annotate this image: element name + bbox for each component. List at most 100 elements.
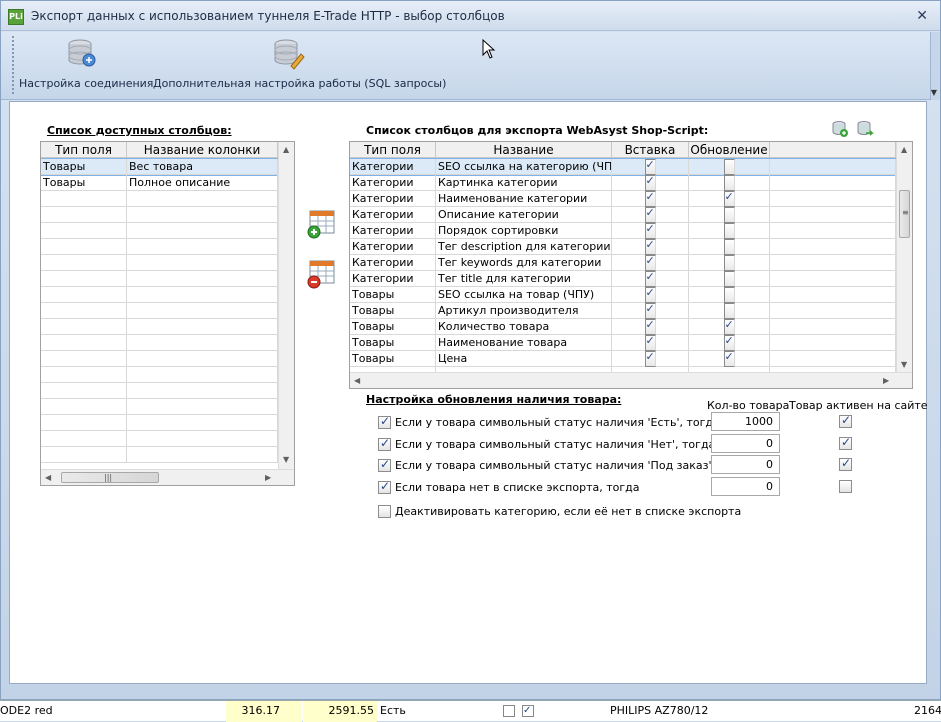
table-row[interactable] (41, 319, 278, 335)
update-checkbox[interactable] (723, 239, 735, 255)
cell-insert[interactable] (612, 207, 689, 223)
cell-update[interactable] (689, 303, 770, 319)
cell-update[interactable] (689, 287, 770, 303)
stock-rule-option[interactable]: Если у товара символьный статус наличия … (378, 436, 715, 452)
deactivate-category-checkbox[interactable] (378, 504, 391, 518)
cell-update[interactable] (689, 351, 770, 367)
cell-insert[interactable] (612, 239, 689, 255)
table-row[interactable]: Категории SEO ссылка на категорию (ЧПУ) (350, 158, 897, 176)
table-row[interactable]: Товары Артикул производителя (350, 303, 896, 319)
cell-insert[interactable] (612, 335, 689, 351)
title-bar[interactable]: PLi Экспорт данных с использованием тунн… (1, 1, 940, 31)
cell-insert[interactable] (612, 255, 689, 271)
export-columns-grid[interactable]: Тип поля Название Вставка Обновление Кат… (349, 141, 913, 389)
cell-update[interactable] (689, 191, 770, 207)
table-row[interactable] (41, 303, 278, 319)
cell-update[interactable] (689, 335, 770, 351)
insert-checkbox[interactable] (644, 287, 656, 303)
cell-update[interactable] (689, 255, 770, 271)
table-row[interactable]: Категории Описание категории (350, 207, 896, 223)
table-row[interactable]: Товары Цена (350, 351, 896, 367)
scroll-up-icon[interactable]: ▲ (901, 145, 907, 154)
table-row[interactable]: Товары SEO ссылка на товар (ЧПУ) (350, 287, 896, 303)
database-export-icon[interactable] (856, 120, 874, 138)
table-row[interactable] (41, 223, 278, 239)
table-row[interactable] (41, 431, 278, 447)
product-active-checkbox[interactable] (839, 435, 852, 450)
insert-checkbox[interactable] (644, 319, 656, 335)
table-row[interactable] (41, 351, 278, 367)
toolbar-overflow[interactable]: ▼ (930, 32, 940, 100)
export-hscroll[interactable]: ◀ ▶ (350, 372, 912, 388)
insert-checkbox[interactable] (644, 351, 656, 367)
stock-rule-option[interactable]: Если у товара символьный статус наличия … (378, 414, 720, 430)
cell-update[interactable] (689, 271, 770, 287)
update-checkbox[interactable] (723, 287, 735, 303)
update-checkbox[interactable] (723, 319, 735, 335)
product-active-checkbox[interactable] (839, 413, 852, 428)
cell-insert[interactable] (612, 175, 689, 191)
stock-rule-checkbox[interactable] (378, 414, 391, 429)
update-checkbox[interactable] (723, 207, 735, 223)
update-checkbox[interactable] (723, 223, 735, 239)
col-header-insert[interactable]: Вставка (612, 142, 689, 158)
table-row[interactable] (41, 239, 278, 255)
insert-checkbox[interactable] (644, 191, 656, 207)
connection-settings-button[interactable]: Настройка соединения (19, 34, 153, 90)
table-row[interactable] (41, 191, 278, 207)
table-row[interactable]: Категории Картинка категории (350, 175, 896, 191)
cell-update[interactable] (689, 223, 770, 239)
cell-insert[interactable] (612, 287, 689, 303)
scroll-left-icon[interactable]: ◀ (354, 376, 360, 385)
stock-rule-checkbox[interactable] (378, 436, 391, 451)
scroll-down-icon[interactable]: ▼ (283, 455, 289, 464)
col-header-update[interactable]: Обновление (689, 142, 770, 158)
update-checkbox[interactable] (723, 255, 735, 271)
table-row[interactable]: Категории Тег keywords для категории (350, 255, 896, 271)
scroll-down-icon[interactable]: ▼ (901, 360, 907, 369)
table-row[interactable] (41, 447, 278, 463)
qty-input[interactable]: 1000 (711, 412, 780, 431)
table-row[interactable]: Категории Порядок сортировки (350, 223, 896, 239)
available-columns-grid[interactable]: Тип поля Название колонки Товары Вес това… (40, 141, 295, 486)
available-hscroll[interactable]: ◀ ||| ▶ (41, 469, 294, 485)
deactivate-category-option[interactable]: Деактивировать категорию, если её нет в … (378, 503, 741, 519)
insert-checkbox[interactable] (644, 207, 656, 223)
scroll-right-icon[interactable]: ▶ (883, 376, 889, 385)
update-checkbox[interactable] (723, 335, 735, 351)
product-active-checkbox[interactable] (839, 456, 852, 471)
qty-input[interactable]: 0 (711, 477, 780, 496)
cell-insert[interactable] (612, 159, 689, 175)
cell-insert[interactable] (612, 319, 689, 335)
insert-checkbox[interactable] (644, 335, 656, 351)
sql-settings-button[interactable]: Дополнительная настройка работы (SQL зап… (153, 34, 446, 90)
table-row[interactable]: Категории Тег title для категории (350, 271, 896, 287)
table-row[interactable] (41, 271, 278, 287)
table-row[interactable] (41, 287, 278, 303)
qty-input[interactable]: 0 (711, 455, 780, 474)
scroll-up-icon[interactable]: ▲ (283, 145, 289, 154)
update-checkbox[interactable] (723, 191, 735, 207)
close-icon[interactable]: ✕ (916, 8, 928, 24)
stock-rule-option[interactable]: Если товара нет в списке экспорта, тогда (378, 479, 639, 495)
col-header-name[interactable]: Название (436, 142, 612, 158)
insert-checkbox[interactable] (644, 175, 656, 191)
col-header-field-type[interactable]: Тип поля (350, 142, 436, 158)
table-row[interactable]: Товары Количество товара (350, 319, 896, 335)
stock-rule-option[interactable]: Если у товара символьный статус наличия … (378, 457, 752, 473)
toolbar-grip[interactable] (12, 36, 14, 94)
cell-insert[interactable] (612, 271, 689, 287)
cell-update[interactable] (689, 175, 770, 191)
table-row[interactable] (41, 255, 278, 271)
table-row[interactable] (41, 383, 278, 399)
available-hscroll-thumb[interactable]: ||| (61, 472, 159, 483)
table-row[interactable] (41, 207, 278, 223)
table-row[interactable]: Товары Полное описание (41, 175, 278, 191)
product-active-checkbox[interactable] (839, 480, 852, 493)
export-vscroll[interactable]: ▲ ≡ ▼ (896, 142, 912, 372)
stock-rule-checkbox[interactable] (378, 479, 391, 494)
cell-update[interactable] (689, 207, 770, 223)
update-checkbox[interactable] (723, 159, 735, 175)
qty-input[interactable]: 0 (711, 434, 780, 453)
table-row[interactable]: Товары Вес товара (41, 158, 279, 176)
